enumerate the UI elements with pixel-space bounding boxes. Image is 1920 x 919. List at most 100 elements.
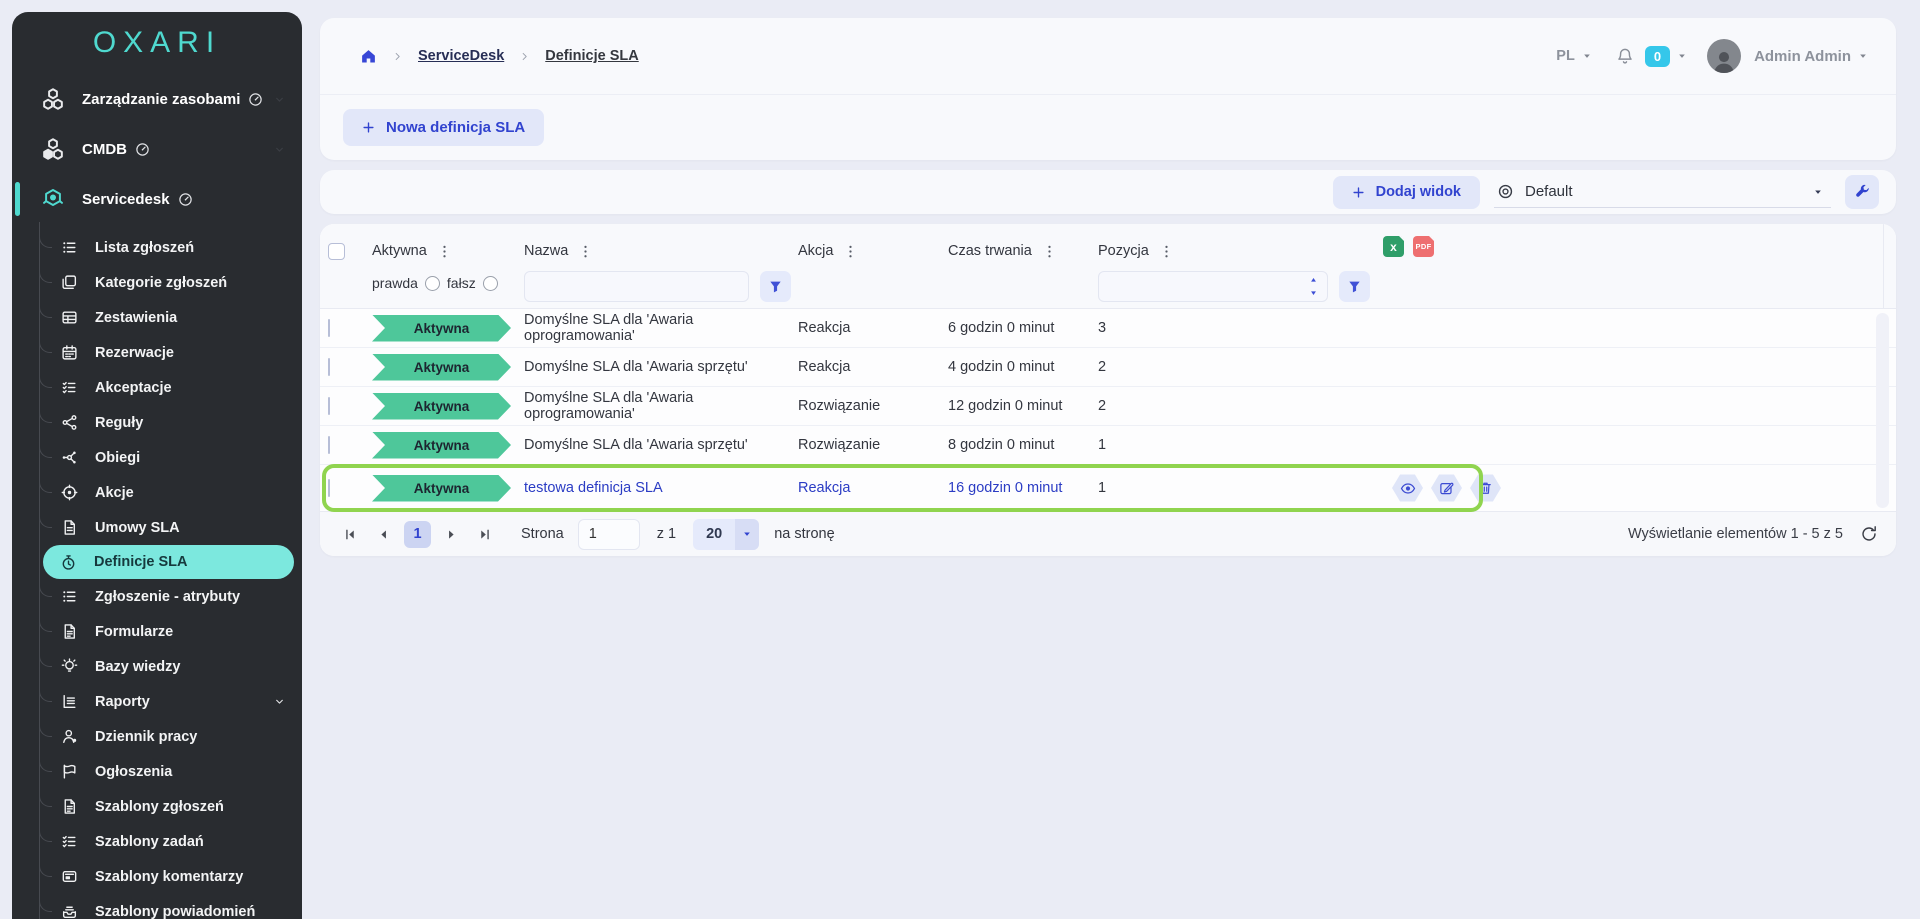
- radio-true[interactable]: [425, 276, 440, 291]
- table-row[interactable]: AktywnaDomyślne SLA dla 'Awaria sprzętu'…: [320, 348, 1896, 387]
- language-caret-icon[interactable]: [1582, 51, 1592, 61]
- chevron-down-icon[interactable]: [273, 93, 286, 106]
- row-checkbox[interactable]: [328, 397, 330, 415]
- table-row[interactable]: AktywnaDomyślne SLA dla 'Awaria oprogram…: [320, 309, 1896, 348]
- column-header-pozycja[interactable]: Pozycja: [1098, 243, 1149, 259]
- chevron-down-icon[interactable]: [273, 695, 286, 708]
- sidebar-item-akcje[interactable]: Akcje: [12, 475, 302, 510]
- notification-badge[interactable]: 0: [1645, 46, 1670, 67]
- sidebar-item-umowy-sla[interactable]: Umowy SLA: [12, 510, 302, 545]
- sidebar-item-label: Akceptacje: [95, 380, 172, 396]
- sidebar-section-cmdb[interactable]: CMDB: [12, 124, 302, 174]
- sidebar-item-kategorie-zg-osze-[interactable]: Kategorie zgłoszeń: [12, 265, 302, 300]
- table-row[interactable]: Aktywnatestowa definicja SLAReakcja16 go…: [320, 465, 1896, 511]
- sidebar-item-lista-zg-osze-[interactable]: Lista zgłoszeń: [12, 230, 302, 265]
- sidebar-item-akceptacje[interactable]: Akceptacje: [12, 370, 302, 405]
- sla-name: Domyślne SLA dla 'Awaria oprogramowania': [514, 312, 792, 344]
- name-filter-button[interactable]: [760, 271, 791, 302]
- breadcrumb-servicedesk[interactable]: ServiceDesk: [418, 48, 504, 64]
- row-checkbox[interactable]: [328, 358, 330, 376]
- row-checkbox[interactable]: [328, 319, 330, 337]
- name-filter-input[interactable]: [524, 271, 749, 302]
- column-header-nazwa[interactable]: Nazwa: [524, 243, 568, 259]
- sidebar-item-label: Definicje SLA: [94, 554, 187, 570]
- user-menu-caret-icon[interactable]: [1858, 51, 1868, 61]
- sidebar-item-obiegi[interactable]: Obiegi: [12, 440, 302, 475]
- column-menu-icon[interactable]: [1159, 244, 1174, 259]
- refresh-button[interactable]: [1860, 525, 1878, 543]
- avatar[interactable]: [1707, 39, 1741, 73]
- first-page-button[interactable]: [338, 522, 363, 547]
- language-selector[interactable]: PL: [1556, 48, 1575, 64]
- sidebar-item-label: Obiegi: [95, 450, 140, 466]
- row-checkbox[interactable]: [328, 436, 330, 454]
- column-menu-icon[interactable]: [1042, 244, 1057, 259]
- row-checkbox[interactable]: [328, 479, 330, 497]
- table-row[interactable]: AktywnaDomyślne SLA dla 'Awaria sprzętu'…: [320, 426, 1896, 465]
- export-excel-icon[interactable]: x: [1383, 236, 1404, 257]
- column-header-czas-trwania[interactable]: Czas trwania: [948, 243, 1032, 259]
- delete-button[interactable]: [1470, 475, 1501, 502]
- sidebar-section-servicedesk[interactable]: Servicedesk: [12, 174, 302, 224]
- new-sla-button[interactable]: Nowa definicja SLA: [343, 109, 544, 146]
- sidebar-item-szablony-zada-[interactable]: Szablony zadań: [12, 824, 302, 859]
- sidebar-item-szablony-powiadomie-[interactable]: Szablony powiadomień: [12, 894, 302, 919]
- sidebar-item-og-oszenia[interactable]: Ogłoszenia: [12, 754, 302, 789]
- view-selector[interactable]: Default: [1494, 176, 1831, 208]
- settings-wrench-button[interactable]: [1845, 175, 1879, 209]
- position-filter-input[interactable]: [1099, 278, 1309, 296]
- sidebar-item-szablony-zg-osze-[interactable]: Szablony zgłoszeń: [12, 789, 302, 824]
- spinner-down-icon[interactable]: [1309, 288, 1318, 297]
- page-size-select[interactable]: 20: [693, 519, 759, 550]
- gauge-icon: [248, 92, 263, 107]
- spinner-up-icon[interactable]: [1309, 276, 1318, 285]
- sla-name[interactable]: testowa definicja SLA: [514, 480, 792, 496]
- vertical-scrollbar[interactable]: [1876, 313, 1889, 508]
- avatar-person-icon: [1711, 47, 1737, 73]
- prev-page-button[interactable]: [371, 522, 396, 547]
- edit-button[interactable]: [1431, 475, 1462, 502]
- last-page-button[interactable]: [472, 522, 497, 547]
- sidebar-item-szablony-komentarzy[interactable]: Szablony komentarzy: [12, 859, 302, 894]
- radio-false[interactable]: [483, 276, 498, 291]
- page-number-input[interactable]: [578, 519, 640, 550]
- sidebar-item-raporty[interactable]: Raporty: [12, 684, 302, 719]
- document-icon: [59, 519, 79, 536]
- column-header-aktywna[interactable]: Aktywna: [372, 243, 427, 259]
- export-pdf-icon[interactable]: PDF: [1413, 236, 1434, 257]
- add-view-button[interactable]: Dodaj widok: [1333, 176, 1480, 209]
- sidebar-item-definicje-sla[interactable]: Definicje SLA: [43, 545, 294, 579]
- sidebar-section-zarz-dzanie-zasobami[interactable]: Zarządzanie zasobami: [12, 74, 302, 124]
- page-of-label: z 1: [657, 526, 676, 542]
- column-header-akcja[interactable]: Akcja: [798, 243, 833, 259]
- column-menu-icon[interactable]: [437, 244, 452, 259]
- preview-button[interactable]: [1392, 475, 1423, 502]
- bell-icon[interactable]: [1616, 47, 1634, 65]
- sidebar-item-label: Szablony powiadomień: [95, 904, 255, 919]
- list-icon: [59, 239, 79, 256]
- headset-icon: [39, 187, 66, 211]
- current-page-button[interactable]: 1: [404, 521, 431, 548]
- header-right: PL 0 Admin Admin: [1556, 39, 1868, 73]
- table-row[interactable]: AktywnaDomyślne SLA dla 'Awaria oprogram…: [320, 387, 1896, 426]
- notification-caret-icon[interactable]: [1677, 51, 1687, 61]
- sla-action: Reakcja: [792, 320, 942, 336]
- sidebar-item-rezerwacje[interactable]: Rezerwacje: [12, 335, 302, 370]
- sidebar-item-label: Reguły: [95, 415, 143, 431]
- sidebar-item-regu-y[interactable]: Reguły: [12, 405, 302, 440]
- chevron-down-icon[interactable]: [273, 143, 286, 156]
- column-menu-icon[interactable]: [843, 244, 858, 259]
- position-filter-button[interactable]: [1339, 271, 1370, 302]
- next-page-button[interactable]: [439, 522, 464, 547]
- select-all-checkbox[interactable]: [328, 243, 345, 260]
- copy-icon: [59, 274, 79, 291]
- column-menu-icon[interactable]: [578, 244, 593, 259]
- home-icon[interactable]: [360, 48, 377, 65]
- sidebar-item-zestawienia[interactable]: Zestawienia: [12, 300, 302, 335]
- sidebar-item-label: Szablony zadań: [95, 834, 204, 850]
- sidebar-item-dziennik-pracy[interactable]: Dziennik pracy: [12, 719, 302, 754]
- sla-action: Reakcja: [792, 359, 942, 375]
- sidebar-item-zg-oszenie-atrybuty[interactable]: Zgłoszenie - atrybuty: [12, 579, 302, 614]
- sidebar-item-bazy-wiedzy[interactable]: Bazy wiedzy: [12, 649, 302, 684]
- sidebar-item-formularze[interactable]: Formularze: [12, 614, 302, 649]
